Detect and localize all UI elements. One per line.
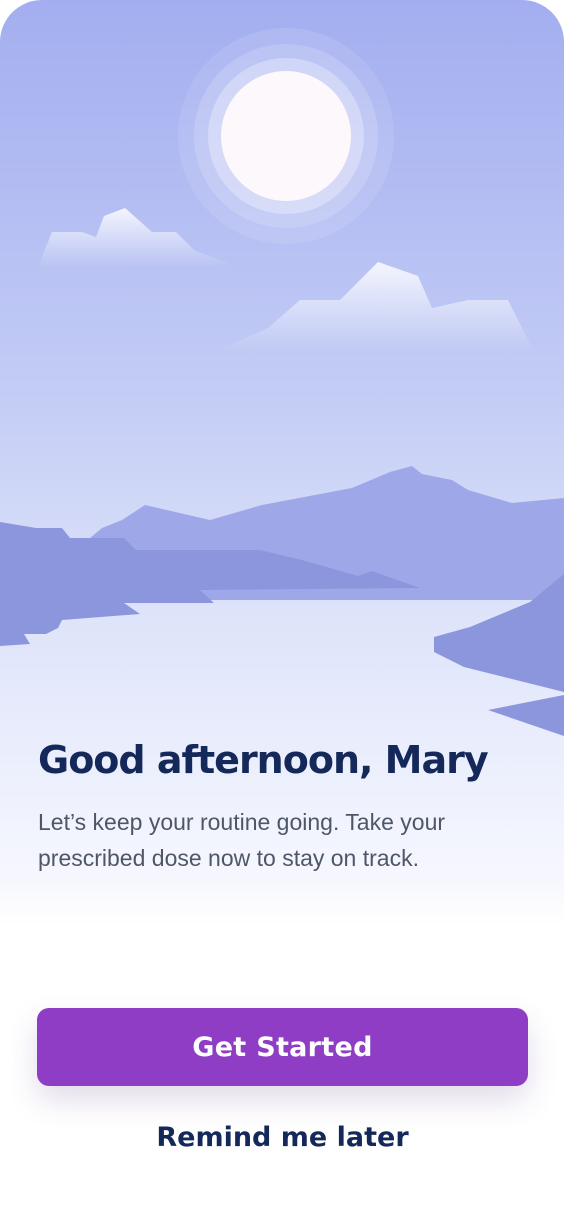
greeting-title: Good afternoon, Mary <box>38 738 489 782</box>
cloud-right <box>215 262 534 352</box>
remind-me-later-button[interactable]: Remind me later <box>37 1112 528 1162</box>
onboarding-screen: Good afternoon, Mary Let’s keep your rou… <box>0 0 564 1218</box>
reminder-message: Let’s keep your routine going. Take your… <box>38 809 446 871</box>
get-started-button[interactable]: Get Started <box>37 1008 528 1086</box>
right-point <box>488 695 564 736</box>
cloud-left <box>40 208 232 268</box>
sun <box>178 28 394 244</box>
landscape-illustration <box>0 28 564 736</box>
